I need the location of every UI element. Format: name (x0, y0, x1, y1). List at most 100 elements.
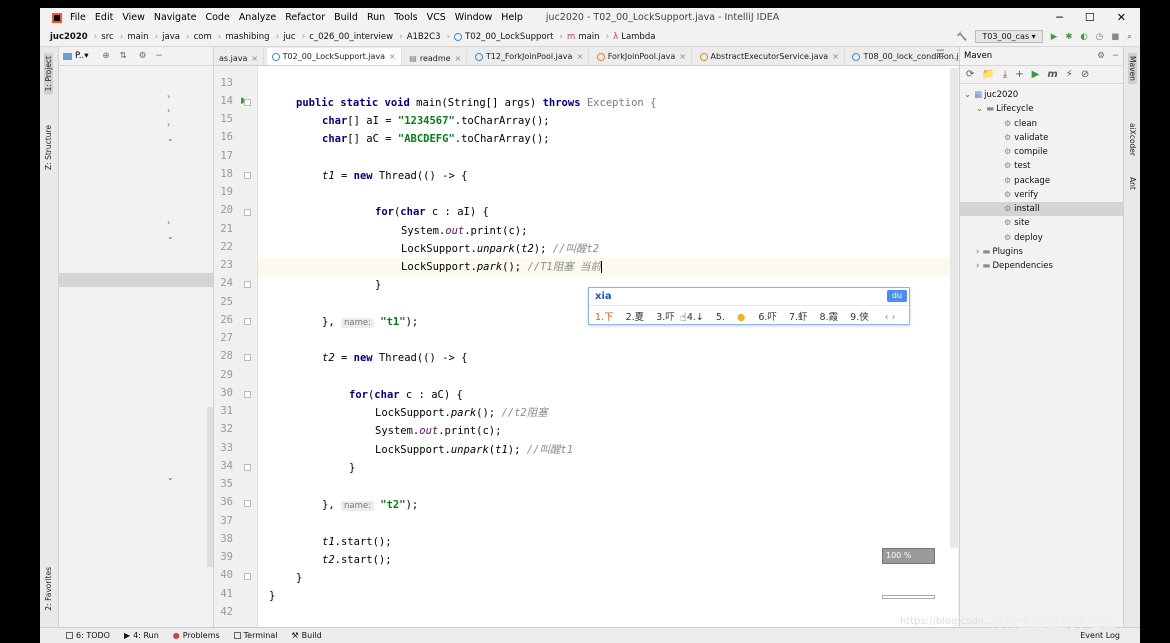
hammer-icon[interactable]: 🔨 (957, 32, 968, 42)
skip-tests-icon[interactable]: ⊘ (1081, 69, 1089, 80)
fold-marker[interactable] (244, 172, 251, 179)
tree-expand-icon[interactable]: › (167, 118, 174, 132)
execute-goal-icon[interactable]: m (1047, 69, 1057, 80)
breadcrumb-main[interactable]: main (127, 32, 148, 42)
ime-candidate-popup[interactable]: xia du 1.下 2.夏 3.吓 4.↓ 5. ● 6.吓 7.虾 8.霞 … (588, 287, 910, 325)
close-tab-icon[interactable]: × (576, 52, 583, 61)
breadcrumb-lambda[interactable]: λ Lambda (613, 32, 655, 42)
breadcrumb-juc[interactable]: juc (283, 32, 295, 42)
maven-goal-clean[interactable]: ⚙ clean (1004, 117, 1037, 131)
maven-goal-site[interactable]: ⚙ site (1004, 216, 1030, 230)
menu-navigate[interactable]: Navigate (154, 12, 197, 23)
close-tab-icon[interactable]: × (455, 54, 462, 63)
reload-icon[interactable]: ⟳ (966, 69, 974, 80)
menu-vcs[interactable]: VCS (427, 12, 446, 23)
hide-icon[interactable]: ─ (1113, 51, 1118, 61)
maven-goal-deploy[interactable]: ⚙ deploy (1004, 231, 1043, 245)
breadcrumb-src[interactable]: src (101, 32, 113, 42)
maven-dependencies-node[interactable]: › ▬ Dependencies (976, 259, 1053, 273)
code-editor[interactable]: public static void main(String[] args) t… (258, 66, 958, 627)
tree-collapse-icon[interactable]: ⌄ (167, 132, 174, 146)
close-tab-icon[interactable]: × (679, 52, 686, 61)
tabs-menu-icon[interactable]: ☰ (936, 49, 945, 60)
maven-goal-validate[interactable]: ⚙ validate (1004, 131, 1048, 145)
ime-candidate[interactable]: 3.吓 (656, 312, 675, 323)
menu-tools[interactable]: Tools (394, 12, 417, 23)
maven-goal-test[interactable]: ⚙ test (1004, 159, 1031, 173)
menu-help[interactable]: Help (501, 12, 523, 23)
collapse-icon[interactable]: ⇅ (120, 51, 127, 61)
project-view-select[interactable]: P..▾ (75, 51, 88, 61)
event-log-button[interactable]: Event Log (1080, 631, 1120, 640)
locate-icon[interactable]: ⊕ (102, 51, 109, 61)
ime-candidate[interactable]: 7.虾 (789, 312, 808, 323)
close-tab-icon[interactable]: × (832, 52, 839, 61)
tree-collapse-icon[interactable]: ⌄ (167, 473, 174, 482)
debug-icon[interactable]: ✱ (1065, 32, 1072, 42)
menu-edit[interactable]: Edit (95, 12, 113, 23)
menu-refactor[interactable]: Refactor (285, 12, 325, 23)
generate-sources-icon[interactable]: 📁 (982, 69, 994, 80)
settings-icon[interactable]: ⚙ (1097, 51, 1105, 61)
maven-project-node[interactable]: ⌄ ▦ juc2020 (964, 88, 1018, 102)
settings-icon[interactable]: ⚙ (139, 51, 147, 61)
ime-candidate[interactable]: 6.吓 (758, 312, 777, 323)
editor-scrollbar[interactable] (950, 68, 958, 548)
breadcrumb-a1b2c3[interactable]: A1B2C3 (407, 32, 441, 42)
ime-candidate[interactable]: 2.夏 (626, 312, 645, 323)
terminal-tool-button[interactable]: Terminal (233, 631, 277, 640)
fold-marker[interactable] (244, 99, 251, 106)
ime-candidate[interactable]: 4.↓ (687, 312, 704, 323)
favorites-tool-button[interactable]: 2: Favorites (44, 567, 53, 611)
fold-marker[interactable] (244, 464, 251, 471)
profile-icon[interactable]: ◷ (1096, 32, 1103, 42)
minimize-icon[interactable]: ─ (1056, 11, 1063, 24)
ime-page-nav[interactable]: ‹ › (885, 312, 896, 323)
tab-forkjoinpool[interactable]: ForkJoinPool.java × (592, 47, 692, 65)
fold-marker[interactable] (244, 354, 251, 361)
maven-goal-install[interactable]: ⚙ install (960, 202, 1124, 216)
tab-forkjoin-test[interactable]: T12_ForkJoinPool.java × (470, 47, 590, 65)
breadcrumb-project[interactable]: juc2020 (50, 32, 88, 42)
ant-tool-button[interactable]: Ant (1128, 177, 1137, 190)
search-icon[interactable]: ⌕ (1127, 32, 1132, 42)
maven-tool-button[interactable]: Maven (1128, 53, 1137, 84)
run-tool-button[interactable]: ▶ 4: Run (124, 631, 159, 640)
close-tab-icon[interactable]: × (389, 52, 396, 61)
menu-code[interactable]: Code (205, 12, 229, 23)
fold-marker[interactable] (244, 281, 251, 288)
tree-expand-icon[interactable]: › (167, 90, 174, 104)
fold-marker[interactable] (244, 318, 251, 325)
ime-candidate[interactable]: 5. (716, 312, 725, 323)
run-icon[interactable]: ▶ (1051, 32, 1058, 42)
build-tool-button[interactable]: ⚒ Build (291, 631, 321, 640)
menu-analyze[interactable]: Analyze (239, 12, 276, 23)
structure-tool-button[interactable]: Z: Structure (44, 125, 53, 170)
fold-marker[interactable] (244, 391, 251, 398)
menu-build[interactable]: Build (334, 12, 358, 23)
run-config-select[interactable]: T03_00_cas ▾ (975, 30, 1043, 43)
breadcrumb-class[interactable]: T02_00_LockSupport (454, 32, 553, 42)
project-tool-button[interactable]: 1: Project (44, 53, 53, 95)
maven-goal-compile[interactable]: ⚙ compile (1004, 145, 1048, 159)
menu-run[interactable]: Run (367, 12, 385, 23)
fold-marker[interactable] (244, 573, 251, 580)
ime-candidate[interactable]: 9.侠 (850, 312, 869, 323)
tab-lock-support[interactable]: T02_00_LockSupport.java × (266, 48, 402, 65)
maven-plugins-node[interactable]: › ▬ Plugins (976, 245, 1023, 259)
coverage-icon[interactable]: ◐ (1080, 32, 1087, 42)
breadcrumb-method[interactable]: m main (567, 32, 600, 42)
fold-marker[interactable] (244, 500, 251, 507)
aixcoder-tool-button[interactable]: aiXcoder (1128, 123, 1137, 156)
menu-file[interactable]: File (70, 12, 86, 23)
ime-candidate[interactable]: 8.霞 (820, 312, 839, 323)
maven-lifecycle-node[interactable]: ⌄ ▬ Lifecycle (976, 102, 1033, 116)
breadcrumb-com[interactable]: com (194, 32, 212, 42)
tree-expand-icon[interactable]: › (167, 104, 174, 118)
tree-collapse-icon[interactable]: ⌄ (167, 230, 174, 244)
menu-view[interactable]: View (122, 12, 145, 23)
fold-marker[interactable] (244, 209, 251, 216)
problems-tool-button[interactable]: ● Problems (173, 631, 220, 640)
selected-tree-row[interactable] (59, 273, 214, 287)
close-icon[interactable]: ✕ (1117, 11, 1126, 24)
